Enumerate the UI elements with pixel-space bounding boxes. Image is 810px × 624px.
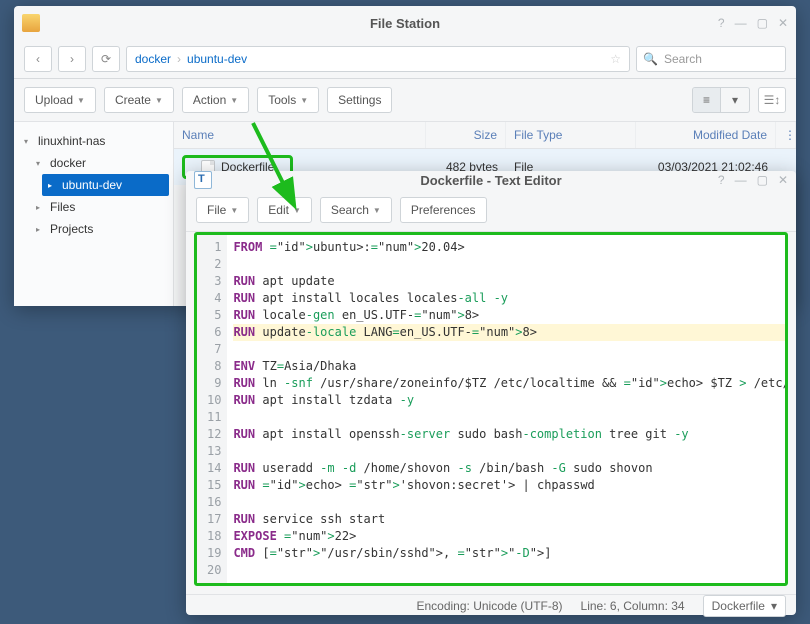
window-title: File Station [370,16,440,31]
caret-down-icon: ▾ [771,599,777,613]
text-editor-window: Dockerfile - Text Editor ? — ▢ ✕ File▼ E… [186,171,796,615]
cursor-position: Line: 6, Column: 34 [581,599,685,613]
edit-menu[interactable]: Edit▼ [257,197,312,223]
settings-button[interactable]: Settings [327,87,392,113]
close-icon[interactable]: ✕ [778,16,788,30]
sort-button[interactable]: ☰↕ [758,87,786,113]
tree-item[interactable]: ▸Files [30,196,169,218]
maximize-icon[interactable]: ▢ [757,173,768,187]
code-editor[interactable]: 1 2 3 4 5 6 7 8 9 10 11 12 13 14 15 16 1… [194,232,788,586]
window-controls: ? — ▢ ✕ [718,173,788,187]
navigation-bar: ‹ › ⟳ docker › ubuntu-dev ☆ 🔍 Search [14,40,796,79]
folder-tree: ▾linuxhint-nas ▾docker ▸ubuntu-dev ▸File… [14,122,174,306]
close-icon[interactable]: ✕ [778,173,788,187]
star-icon[interactable]: ☆ [610,52,621,66]
window-controls: ? — ▢ ✕ [718,16,788,30]
caret-down-icon: ▼ [300,96,308,105]
tree-root[interactable]: ▾linuxhint-nas [18,130,169,152]
tree-item-selected[interactable]: ▸ubuntu-dev [42,174,169,196]
app-icon [22,14,40,32]
preferences-button[interactable]: Preferences [400,197,487,223]
search-icon: 🔍 [643,52,658,66]
tree-item[interactable]: ▸Projects [30,218,169,240]
col-date[interactable]: Modified Date [636,122,776,148]
col-more[interactable]: ⋮ [776,122,796,148]
titlebar[interactable]: Dockerfile - Text Editor ? — ▢ ✕ [186,171,796,189]
tools-button[interactable]: Tools▼ [257,87,319,113]
minimize-icon[interactable]: — [735,173,747,187]
caret-right-icon: ▸ [36,203,46,212]
col-type[interactable]: File Type [506,122,636,148]
caret-down-icon: ▼ [230,206,238,215]
col-name[interactable]: Name [174,122,426,148]
breadcrumb-item[interactable]: docker [135,52,171,66]
window-title: Dockerfile - Text Editor [420,173,561,188]
search-input[interactable]: 🔍 Search [636,46,786,72]
breadcrumb-item[interactable]: ubuntu-dev [187,52,247,66]
maximize-icon[interactable]: ▢ [757,16,768,30]
titlebar[interactable]: File Station ? — ▢ ✕ [14,6,796,40]
caret-down-icon: ▾ [24,137,34,146]
minimize-icon[interactable]: — [735,16,747,30]
app-icon [194,171,212,189]
search-menu[interactable]: Search▼ [320,197,392,223]
caret-down-icon: ▾ [36,159,46,168]
caret-right-icon: ▸ [48,181,58,190]
forward-button[interactable]: › [58,46,86,72]
caret-down-icon: ▼ [155,96,163,105]
help-icon[interactable]: ? [718,173,725,187]
list-view-button[interactable]: ≡ [693,88,721,112]
toolbar: Upload▼ Create▼ Action▼ Tools▼ Settings … [14,79,796,122]
view-mode-group: ≡ ▾ [692,87,750,113]
help-icon[interactable]: ? [718,16,725,30]
caret-down-icon: ▼ [77,96,85,105]
upload-button[interactable]: Upload▼ [24,87,96,113]
language-select[interactable]: Dockerfile▾ [703,595,786,617]
refresh-button[interactable]: ⟳ [92,46,120,72]
editor-area: 1 2 3 4 5 6 7 8 9 10 11 12 13 14 15 16 1… [186,232,796,594]
grid-view-button[interactable]: ▾ [721,88,749,112]
create-button[interactable]: Create▼ [104,87,174,113]
chevron-right-icon: › [177,52,181,66]
column-headers[interactable]: Name Size File Type Modified Date ⋮ [174,122,796,149]
code-content[interactable]: FROM ="id">ubuntu>:="num">20.04> RUN apt… [227,235,788,583]
caret-down-icon: ▼ [293,206,301,215]
tree-item[interactable]: ▾docker [30,152,169,174]
caret-down-icon: ▼ [230,96,238,105]
breadcrumb[interactable]: docker › ubuntu-dev ☆ [126,46,630,72]
search-placeholder: Search [664,52,702,66]
file-menu[interactable]: File▼ [196,197,249,223]
caret-right-icon: ▸ [36,225,46,234]
status-bar: Encoding: Unicode (UTF-8) Line: 6, Colum… [186,594,796,617]
line-gutter: 1 2 3 4 5 6 7 8 9 10 11 12 13 14 15 16 1… [197,235,227,583]
caret-down-icon: ▼ [373,206,381,215]
back-button[interactable]: ‹ [24,46,52,72]
encoding-label: Encoding: Unicode (UTF-8) [416,599,562,613]
action-button[interactable]: Action▼ [182,87,249,113]
menu-bar: File▼ Edit▼ Search▼ Preferences [186,189,796,232]
col-size[interactable]: Size [426,122,506,148]
